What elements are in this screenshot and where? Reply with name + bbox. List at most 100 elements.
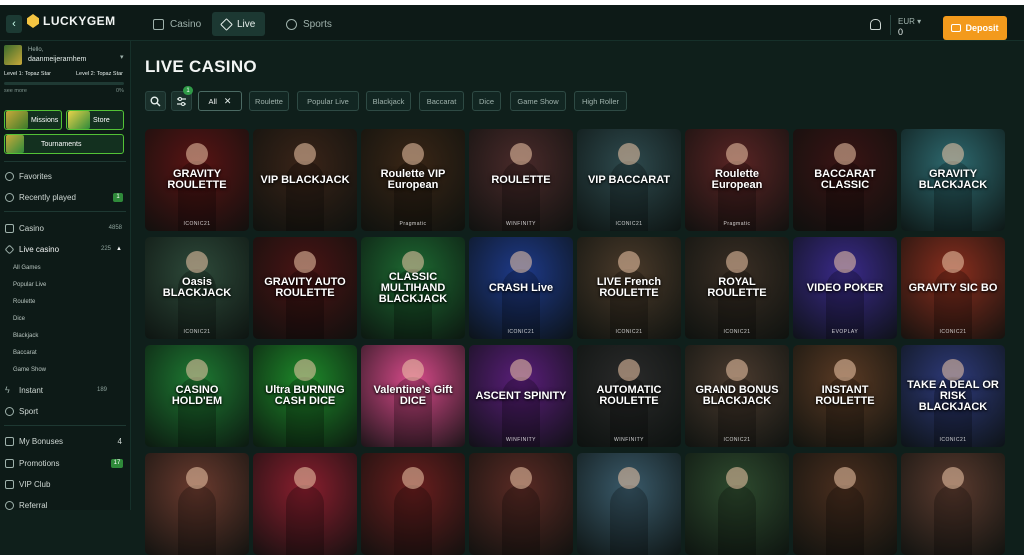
sidebar-item-my-bonuses[interactable]: My Bonuses 4 xyxy=(5,434,125,448)
store-button[interactable]: Store xyxy=(66,110,124,130)
missions-button[interactable]: Missions xyxy=(4,110,62,130)
game-tile[interactable]: GRAND BONUS BLACKJACK ICONIC21 xyxy=(685,345,789,447)
game-tile[interactable]: CLASSIC MULTIHAND BLACKJACK xyxy=(361,237,465,339)
chip-high-roller[interactable]: High Roller xyxy=(574,91,627,111)
star-icon xyxy=(5,171,14,181)
game-tile[interactable]: ROYAL ROULETTE ICONIC21 xyxy=(685,237,789,339)
game-tile[interactable]: AUTOMATIC ROULETTE WINFINITY xyxy=(577,345,681,447)
dealer-image xyxy=(826,467,864,555)
chip-dice[interactable]: Dice xyxy=(472,91,501,111)
game-provider: ICONIC21 xyxy=(723,329,751,335)
sidebar-item-instant[interactable]: ϟ Instant 189 xyxy=(5,383,125,397)
sidebar-subitem-blackjack[interactable]: Blackjack xyxy=(13,333,38,339)
tab-casino[interactable]: Casino xyxy=(143,12,211,36)
game-tile[interactable]: VIP BACCARAT ICONIC21 xyxy=(577,129,681,231)
game-tile[interactable] xyxy=(577,453,681,555)
game-tile[interactable]: GRAVITY ROULETTE ICONIC21 xyxy=(145,129,249,231)
game-tile[interactable] xyxy=(901,453,1005,555)
sidebar-item-casino[interactable]: Casino 4858 xyxy=(5,221,125,235)
game-tile[interactable]: Ultra BURNING CASH DICE xyxy=(253,345,357,447)
sidebar-subitem-dice[interactable]: Dice xyxy=(13,316,25,322)
dealer-image xyxy=(610,467,648,555)
sidebar-subitem-all-games[interactable]: All Games xyxy=(13,265,41,271)
game-title: BACCARAT CLASSIC xyxy=(814,168,876,191)
sidebar-subitem-baccarat[interactable]: Baccarat xyxy=(13,350,37,356)
sidebar-subitem-game-show[interactable]: Game Show xyxy=(13,367,46,373)
megaphone-icon xyxy=(5,458,14,468)
divider xyxy=(890,15,891,35)
game-title: AUTOMATIC ROULETTE xyxy=(596,384,662,407)
game-tile[interactable] xyxy=(145,453,249,555)
balance-selector[interactable]: EUR ▾ 0 xyxy=(898,16,921,38)
game-tile[interactable]: Oasis BLACKJACK ICONIC21 xyxy=(145,237,249,339)
game-title: Oasis BLACKJACK xyxy=(162,276,232,299)
sidebar-item-live-casino[interactable]: Live casino 225 ▲ xyxy=(4,242,125,256)
game-tile[interactable] xyxy=(793,453,897,555)
lightning-icon: ϟ xyxy=(5,384,10,395)
tournaments-button[interactable]: Tournaments xyxy=(4,134,124,154)
tab-sports[interactable]: Sports xyxy=(276,12,342,36)
sidebar-item-sport[interactable]: Sport xyxy=(5,404,125,418)
dealer-image xyxy=(394,467,432,555)
game-tile[interactable] xyxy=(361,453,465,555)
game-tile[interactable]: CASINO HOLD'EM xyxy=(145,345,249,447)
game-tile[interactable]: INSTANT ROULETTE xyxy=(793,345,897,447)
sidebar-subitem-roulette[interactable]: Roulette xyxy=(13,299,35,305)
game-tile[interactable]: GRAVITY BLACKJACK xyxy=(901,129,1005,231)
game-provider: Pragmatic xyxy=(723,221,751,227)
tab-live[interactable]: Live xyxy=(212,12,266,36)
game-tile[interactable]: GRAVITY AUTO ROULETTE xyxy=(253,237,357,339)
gift-icon xyxy=(5,436,14,446)
see-more-link[interactable]: see more xyxy=(4,88,27,94)
sidebar-item-label: My Bonuses xyxy=(19,436,64,446)
top-navigation-bar: ‹ LUCKYGEM Casino Live Sports EUR ▾ 0 De… xyxy=(0,5,1024,41)
game-tile[interactable]: CRASH Live ICONIC21 xyxy=(469,237,573,339)
game-title: ASCENT SPINITY xyxy=(475,389,567,402)
sidebar-item-label: Promotions xyxy=(19,458,60,468)
promotions-badge: 17 xyxy=(111,458,123,468)
game-tile[interactable]: ROULETTE WINFINITY xyxy=(469,129,573,231)
sidebar-item-promotions[interactable]: Promotions 17 xyxy=(5,456,125,470)
game-tile[interactable]: VIP BLACKJACK xyxy=(253,129,357,231)
chip-game-show[interactable]: Game Show xyxy=(510,91,566,111)
chip-roulette[interactable]: Roulette xyxy=(249,91,289,111)
sidebar-item-label: Instant xyxy=(19,385,44,395)
brand-logo[interactable]: LUCKYGEM xyxy=(27,14,116,28)
game-tile[interactable] xyxy=(685,453,789,555)
sidebar-item-favorites[interactable]: Favorites xyxy=(5,169,125,183)
game-tile[interactable] xyxy=(253,453,357,555)
game-tile[interactable]: TAKE A DEAL OR RISK BLACKJACK ICONIC21 xyxy=(901,345,1005,447)
game-provider: ICONIC21 xyxy=(615,221,643,227)
game-title: LIVE French ROULETTE xyxy=(596,276,662,299)
close-icon[interactable]: ✕ xyxy=(224,96,232,107)
user-profile[interactable]: Hello, daanmeijerarnhem ▾ xyxy=(4,45,126,67)
chip-baccarat[interactable]: Baccarat xyxy=(419,91,464,111)
sidebar-item-vip-club[interactable]: VIP Club xyxy=(5,477,125,491)
game-provider: ICONIC21 xyxy=(615,329,643,335)
game-tile[interactable]: Roulette European Pragmatic xyxy=(685,129,789,231)
game-tile[interactable]: Valentine's Gift DICE xyxy=(361,345,465,447)
game-tile[interactable]: GRAVITY SIC BO ICONIC21 xyxy=(901,237,1005,339)
notifications-bell-icon[interactable] xyxy=(870,19,881,30)
chip-all[interactable]: All ✕ xyxy=(198,91,242,111)
divider xyxy=(4,161,126,162)
game-tile[interactable]: LIVE French ROULETTE ICONIC21 xyxy=(577,237,681,339)
tab-sports-label: Sports xyxy=(303,18,332,30)
game-tile[interactable]: ASCENT SPINITY WINFINITY xyxy=(469,345,573,447)
sidebar-subitem-popular-live[interactable]: Popular Live xyxy=(13,282,46,288)
chip-blackjack[interactable]: Blackjack xyxy=(366,91,411,111)
game-provider: WINFINITY xyxy=(505,221,537,227)
game-tile[interactable] xyxy=(469,453,573,555)
game-tile[interactable]: BACCARAT CLASSIC xyxy=(793,129,897,231)
game-tile[interactable]: Roulette VIP European Pragmatic xyxy=(361,129,465,231)
deposit-label: Deposit xyxy=(965,23,999,33)
live-icon xyxy=(220,17,233,31)
live-icon xyxy=(4,244,15,254)
search-button[interactable] xyxy=(145,91,166,111)
game-tile[interactable]: VIDEO POKER EVOPLAY xyxy=(793,237,897,339)
deposit-button[interactable]: Deposit xyxy=(943,16,1007,40)
chip-popular-live[interactable]: Popular Live xyxy=(297,91,359,111)
sports-icon xyxy=(286,18,297,30)
sidebar-item-recently-played[interactable]: Recently played 1 xyxy=(5,190,125,204)
sidebar-collapse-button[interactable]: ‹ xyxy=(6,15,22,33)
